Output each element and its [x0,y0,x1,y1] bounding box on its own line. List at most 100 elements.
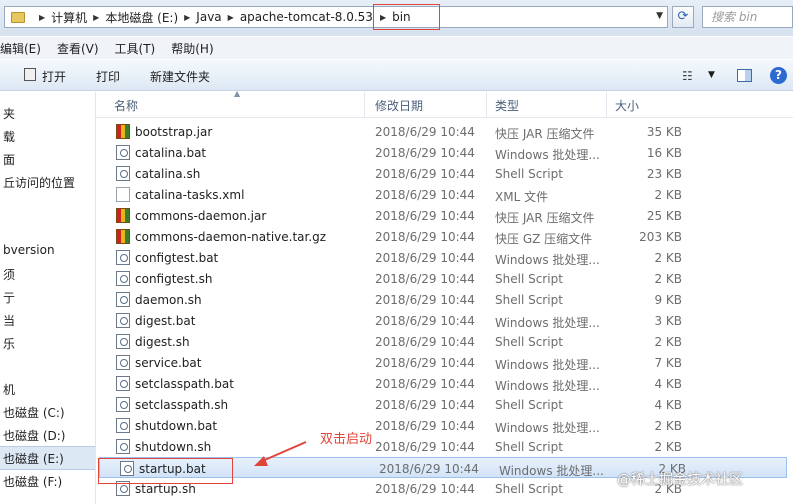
view-dropdown-icon[interactable]: ▼ [708,70,715,80]
file-size: 2 KB [654,440,682,454]
nav-item[interactable]: 载 [3,128,15,145]
preview-pane-icon[interactable] [737,69,752,82]
breadcrumb-computer[interactable]: ▶ 计算机 [33,7,87,27]
chevron-right-icon[interactable]: ▶ [228,13,234,22]
nav-item[interactable]: 乐 [3,335,15,352]
chevron-right-icon[interactable]: ▶ [184,13,190,22]
file-name: configtest.bat [135,251,219,265]
file-name: digest.sh [135,335,190,349]
open-button[interactable]: 打开 [42,68,66,85]
file-type: 快压 JAR 压缩文件 [495,127,595,141]
file-row[interactable]: digest.sh 2018/6/29 10:44 Shell Script 2 KB [96,331,793,352]
file-size: 203 KB [639,230,682,244]
nav-item[interactable]: 当 [3,312,15,329]
file-row[interactable]: bootstrap.jar 2018/6/29 10:44 快压 JAR 压缩文件 3… [96,121,793,142]
file-row[interactable]: daemon.sh 2018/6/29 10:44 Shell Script 9 KB [96,289,793,310]
nav-item[interactable]: 夹 [3,105,15,122]
file-date: 2018/6/29 10:44 [375,356,475,370]
column-date[interactable]: 修改日期 [375,97,423,114]
nav-item[interactable]: 丘访问的位置 [3,174,75,191]
breadcrumb-java[interactable]: ▶ Java [178,7,222,27]
file-type: Shell Script [495,398,563,412]
bat-icon [116,355,130,370]
file-row[interactable]: shutdown.sh 2018/6/29 10:44 Shell Script 2 … [96,436,793,457]
column-name[interactable]: 名称 [114,97,138,114]
command-toolbar: 打开 打印 新建文件夹 ☷ ▼ ? [0,60,793,91]
file-name: commons-daemon-native.tar.gz [135,230,327,244]
file-row[interactable]: shutdown.bat 2018/6/29 10:44 Windows 批处理..… [96,415,793,436]
file-row[interactable]: catalina.sh 2018/6/29 10:44 Shell Script 23… [96,163,793,184]
column-type[interactable]: 类型 [495,97,519,114]
file-row[interactable]: catalina-tasks.xml 2018/6/29 10:44 XML 文件 2… [96,184,793,205]
watermark: @稀土掘金技术社区 [617,472,743,488]
breadcrumb-bin[interactable]: ▶ bin [372,4,440,30]
nav-item[interactable]: bversion [3,243,55,257]
menu-help[interactable]: 帮助(H) [171,40,213,57]
nav-item-drive-c[interactable]: 也磁盘 (C:) [3,404,65,421]
file-row[interactable]: setclasspath.sh 2018/6/29 10:44 Shell Scri… [96,394,793,415]
nav-item-computer[interactable]: 机 [3,381,15,398]
nav-item-drive-d[interactable]: 也磁盘 (D:) [3,427,65,444]
jar-icon [116,229,130,244]
help-icon[interactable]: ? [770,67,787,84]
sh-icon [116,292,130,307]
file-row[interactable]: catalina.bat 2018/6/29 10:44 Windows 批处理..… [96,142,793,163]
file-size: 9 KB [654,293,682,307]
menu-edit[interactable]: 编辑(E) [0,40,41,57]
file-date: 2018/6/29 10:44 [375,440,475,454]
menu-view[interactable]: 查看(V) [57,40,99,57]
address-bar[interactable]: ▶ 计算机 ▶ 本地磁盘 (E:) ▶ Java ▶ apache-tomcat… [4,4,668,30]
chevron-right-icon[interactable]: ▶ [39,13,45,22]
print-button[interactable]: 打印 [96,68,120,85]
file-row[interactable]: setclasspath.bat 2018/6/29 10:44 Windows 批… [96,373,793,394]
column-size[interactable]: 大小 [615,97,639,114]
file-row[interactable]: service.bat 2018/6/29 10:44 Windows 批处理...… [96,352,793,373]
column-header-row: ▲ 名称 修改日期 类型 大小 [96,89,793,118]
breadcrumb-tomcat[interactable]: ▶ apache-tomcat-8.0.53 [222,7,373,27]
chevron-right-icon[interactable]: ▶ [93,13,99,22]
file-type: 快压 JAR 压缩文件 [495,211,595,225]
chevron-right-icon[interactable]: ▶ [380,13,386,22]
refresh-icon[interactable]: ⟳ [672,6,694,28]
nav-item-drive-e[interactable]: 也磁盘 (E:) [3,450,64,467]
file-name: catalina.bat [135,146,207,160]
file-date: 2018/6/29 10:44 [379,462,479,476]
new-folder-button[interactable]: 新建文件夹 [150,68,210,85]
nav-item[interactable]: 须 [3,266,15,283]
breadcrumb-drive-e[interactable]: ▶ 本地磁盘 (E:) [87,7,178,27]
file-row[interactable]: commons-daemon.jar 2018/6/29 10:44 快压 JAR … [96,205,793,226]
file-date: 2018/6/29 10:44 [375,377,475,391]
file-name: setclasspath.sh [135,398,229,412]
file-type: Windows 批处理... [495,358,600,372]
file-name: digest.bat [135,314,196,328]
column-divider[interactable] [486,92,487,117]
file-type: Shell Script [495,272,563,286]
search-input[interactable]: 搜索 bin [702,6,793,28]
nav-item[interactable]: 面 [3,151,15,168]
bat-icon [116,250,130,265]
file-size: 4 KB [654,398,682,412]
file-type: Windows 批处理... [495,379,600,393]
nav-item[interactable]: 亍 [3,289,15,306]
file-row[interactable]: configtest.sh 2018/6/29 10:44 Shell Script… [96,268,793,289]
file-row[interactable]: configtest.bat 2018/6/29 10:44 Windows 批处理… [96,247,793,268]
jar-icon [116,208,130,223]
file-row[interactable]: digest.bat 2018/6/29 10:44 Windows 批处理... 3… [96,310,793,331]
menu-tools[interactable]: 工具(T) [115,40,156,57]
file-size: 2 KB [654,335,682,349]
address-dropdown-icon[interactable]: ▼ [656,11,663,21]
bat-icon [116,145,130,160]
column-divider[interactable] [606,92,607,117]
file-type: Shell Script [495,440,563,454]
file-size: 7 KB [654,356,682,370]
view-options-icon[interactable]: ☷ [682,69,693,83]
file-date: 2018/6/29 10:44 [375,146,475,160]
file-date: 2018/6/29 10:44 [375,482,475,496]
column-divider[interactable] [364,92,365,117]
file-date: 2018/6/29 10:44 [375,314,475,328]
file-date: 2018/6/29 10:44 [375,335,475,349]
file-size: 4 KB [654,377,682,391]
file-row[interactable]: commons-daemon-native.tar.gz 2018/6/29 10… [96,226,793,247]
open-icon[interactable] [24,68,36,81]
nav-item-drive-f[interactable]: 也磁盘 (F:) [3,473,62,490]
